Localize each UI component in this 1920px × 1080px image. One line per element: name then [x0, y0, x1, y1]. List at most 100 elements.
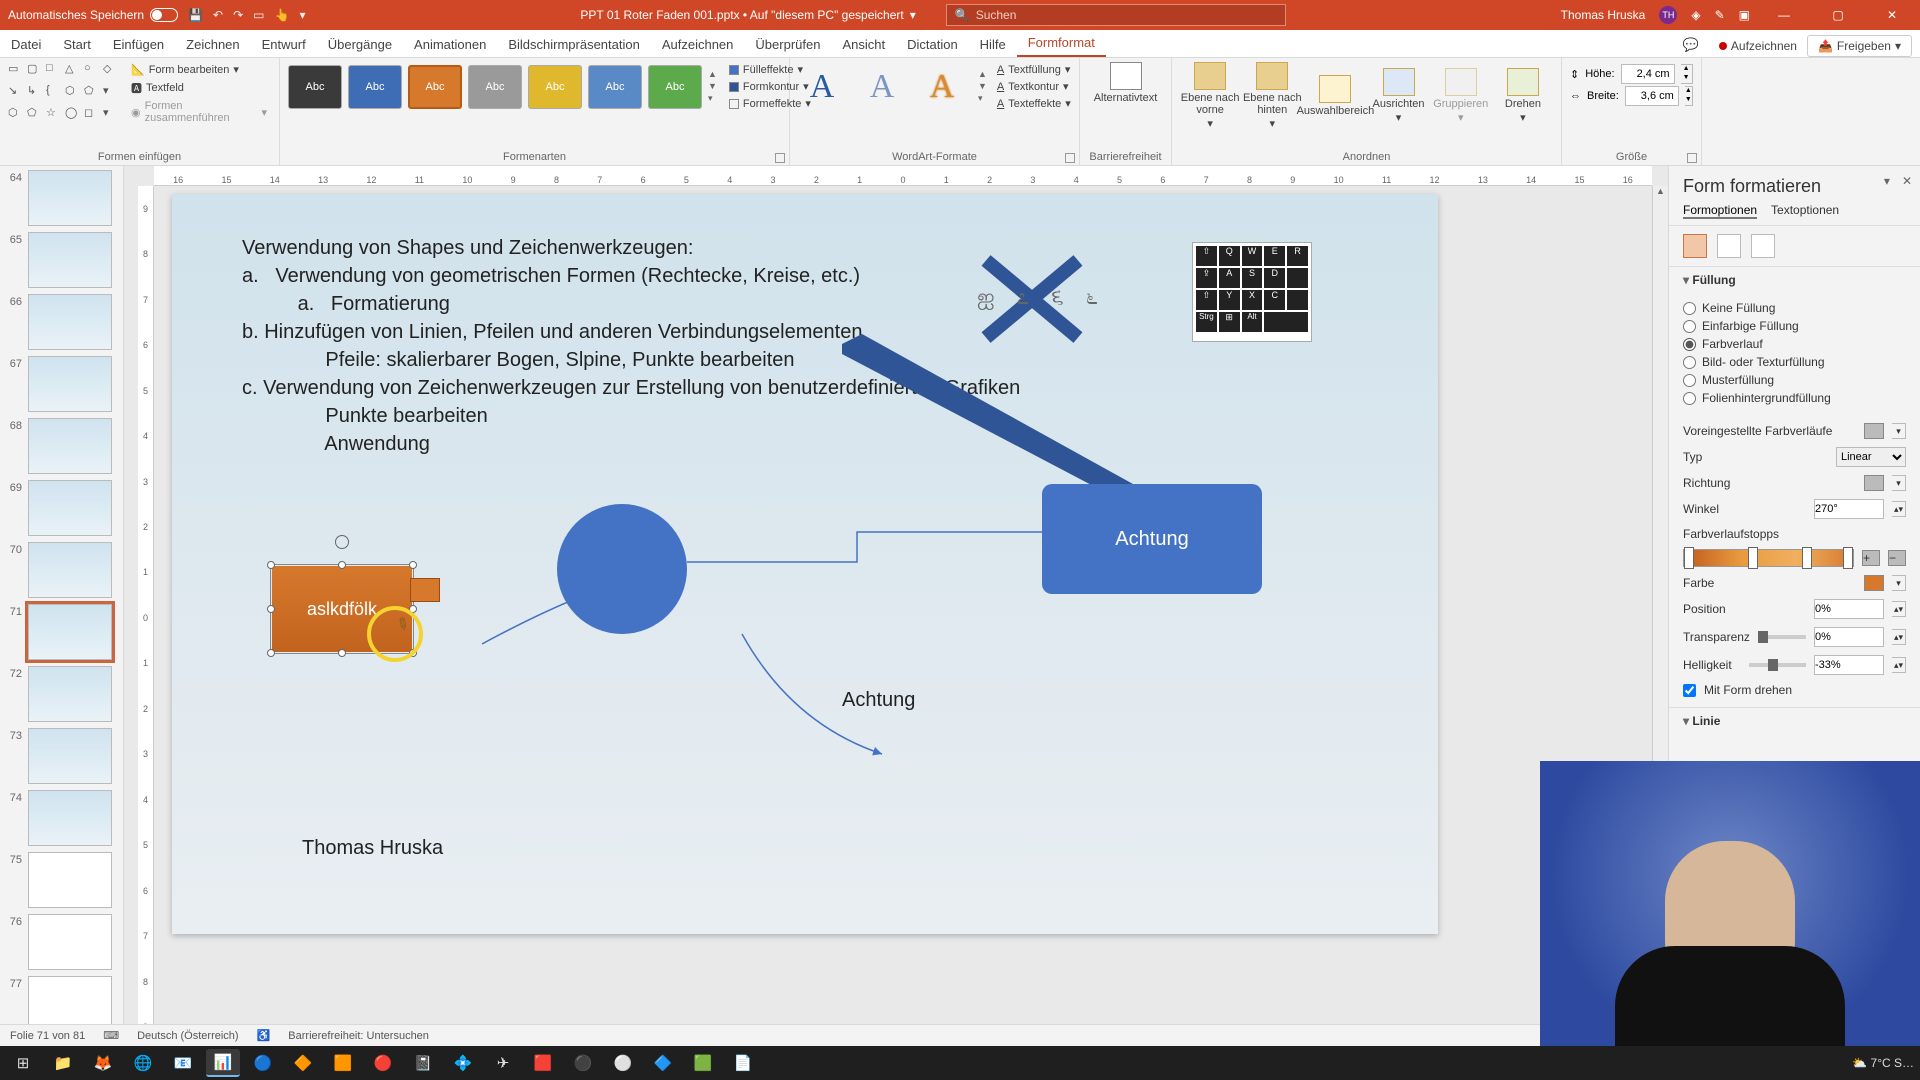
rotate-with-shape-checkbox[interactable]: [1683, 684, 1696, 697]
status-access[interactable]: Barrierefreiheit: Untersuchen: [288, 1030, 429, 1042]
pane-icon-effects[interactable]: [1717, 234, 1741, 258]
onenote-icon[interactable]: 📓: [406, 1049, 440, 1077]
position-input[interactable]: [1814, 599, 1884, 619]
tab-entwurf[interactable]: Entwurf: [251, 32, 317, 57]
status-lang[interactable]: Deutsch (Österreich): [137, 1030, 238, 1042]
slide-thumbnails[interactable]: 6465666768697071727374757677: [0, 166, 124, 1050]
app-icon-5[interactable]: ⚪: [606, 1049, 640, 1077]
slide-editor[interactable]: 1615141312111098765432101234567891011121…: [124, 166, 1668, 1050]
tab-dictation[interactable]: Dictation: [896, 32, 969, 57]
tab-formformat[interactable]: Formformat: [1017, 30, 1106, 57]
pane-icon-fill[interactable]: [1683, 234, 1707, 258]
app-icon-8[interactable]: 📄: [726, 1049, 760, 1077]
draw-icon[interactable]: ✎: [1715, 8, 1725, 22]
powerpoint-icon[interactable]: 📊: [206, 1049, 240, 1077]
thumb-75[interactable]: 75: [4, 852, 119, 908]
tab-start[interactable]: Start: [52, 32, 101, 57]
selection-pane-button[interactable]: Auswahlbereich: [1304, 62, 1366, 130]
save-icon[interactable]: 💾: [188, 8, 203, 22]
edit-shape-button[interactable]: 📐 Form bearbeiten ▾: [127, 62, 271, 77]
tab-aufzeichnen[interactable]: Aufzeichnen: [651, 32, 745, 57]
thumb-73[interactable]: 73: [4, 728, 119, 784]
thumb-65[interactable]: 65: [4, 232, 119, 288]
tab-einfuegen[interactable]: Einfügen: [102, 32, 175, 57]
qat-more-icon[interactable]: ▾: [299, 8, 305, 22]
telegram-icon[interactable]: ✈: [486, 1049, 520, 1077]
tab-ansicht[interactable]: Ansicht: [831, 32, 896, 57]
slideshow-icon[interactable]: ▭: [253, 8, 264, 22]
undo-icon[interactable]: ↶: [213, 8, 223, 22]
preset-gradient-picker[interactable]: [1864, 423, 1884, 439]
width-input[interactable]: [1625, 86, 1679, 106]
tab-zeichnen[interactable]: Zeichnen: [175, 32, 250, 57]
fill-option-4[interactable]: Musterfüllung: [1683, 371, 1906, 389]
shape-gallery[interactable]: ▭▢□△○◇ ↘↳{⬡⬠▾ ⬡⬠☆◯◻▾: [8, 62, 119, 125]
align-button[interactable]: Ausrichten▾: [1368, 62, 1428, 130]
window-close[interactable]: ✕: [1872, 8, 1912, 22]
autosave-toggle[interactable]: Automatisches Speichern: [8, 8, 178, 22]
label-achtung[interactable]: Achtung: [842, 686, 915, 714]
tab-bildschirm[interactable]: Bildschirmpräsentation: [497, 32, 651, 57]
app-icon-7[interactable]: 🟩: [686, 1049, 720, 1077]
brightness-input[interactable]: [1814, 655, 1884, 675]
rotate-handle[interactable]: [335, 535, 349, 549]
connector-elbow[interactable]: [687, 522, 1077, 582]
pane-icon-size[interactable]: [1751, 234, 1775, 258]
bring-forward-button[interactable]: Ebene nach vorne▾: [1180, 62, 1240, 130]
size-dialog-launcher[interactable]: [1687, 153, 1697, 163]
wordart-gallery[interactable]: AAA ▲▼▾: [798, 68, 987, 106]
tab-animationen[interactable]: Animationen: [403, 32, 497, 57]
weather-widget[interactable]: ⛅ 7°C S…: [1852, 1056, 1914, 1070]
status-slide[interactable]: Folie 71 von 81: [10, 1030, 85, 1042]
thumb-68[interactable]: 68: [4, 418, 119, 474]
shape-roundrect-achtung[interactable]: Achtung: [1042, 484, 1262, 594]
brightness-slider[interactable]: [1749, 663, 1807, 667]
record-button[interactable]: Aufzeichnen: [1709, 35, 1807, 57]
vscode-icon[interactable]: 💠: [446, 1049, 480, 1077]
search-box[interactable]: 🔍 Suchen: [946, 4, 1286, 26]
fill-option-3[interactable]: Bild- oder Texturfüllung: [1683, 353, 1906, 371]
transparency-slider[interactable]: [1758, 635, 1806, 639]
group-button[interactable]: Gruppieren▾: [1431, 62, 1491, 130]
document-title[interactable]: PPT 01 Roter Faden 001.pptx • Auf "diese…: [580, 8, 915, 22]
app-icon-4[interactable]: 🟥: [526, 1049, 560, 1077]
thumb-70[interactable]: 70: [4, 542, 119, 598]
user-name[interactable]: Thomas Hruska: [1561, 8, 1646, 22]
chrome-icon[interactable]: 🌐: [126, 1049, 160, 1077]
comments-icon[interactable]: 💬: [1673, 33, 1709, 57]
height-spinner[interactable]: ▲▼: [1681, 64, 1693, 84]
send-backward-button[interactable]: Ebene nach hinten▾: [1242, 62, 1302, 130]
section-fill[interactable]: Füllung: [1669, 266, 1920, 293]
add-stop-button[interactable]: +: [1862, 550, 1880, 566]
textbox-button[interactable]: 🅰 Textfeld: [127, 79, 271, 97]
pane-tab-text[interactable]: Textoptionen: [1771, 203, 1839, 219]
thumb-64[interactable]: 64: [4, 170, 119, 226]
text-fill-button[interactable]: A Textfüllung ▾: [993, 62, 1075, 77]
share-button[interactable]: 📤Freigeben▾: [1807, 35, 1912, 57]
angle-input[interactable]: [1814, 499, 1884, 519]
fill-option-1[interactable]: Einfarbige Füllung: [1683, 317, 1906, 335]
app-icon-6[interactable]: 🔷: [646, 1049, 680, 1077]
explorer-icon[interactable]: 📁: [46, 1049, 80, 1077]
rotate-button[interactable]: Drehen▾: [1493, 62, 1553, 130]
thumb-66[interactable]: 66: [4, 294, 119, 350]
thumb-69[interactable]: 69: [4, 480, 119, 536]
height-input[interactable]: [1621, 64, 1675, 84]
firefox-icon[interactable]: 🦊: [86, 1049, 120, 1077]
tab-hilfe[interactable]: Hilfe: [969, 32, 1017, 57]
merge-shapes-button[interactable]: ◉ Formen zusammenführen ▾: [127, 99, 271, 125]
shape-small-rect[interactable]: [410, 578, 440, 602]
section-line[interactable]: Linie: [1669, 707, 1920, 734]
remove-stop-button[interactable]: −: [1888, 550, 1906, 566]
tab-ueberpruefen[interactable]: Überprüfen: [744, 32, 831, 57]
present-icon[interactable]: ▣: [1739, 8, 1750, 22]
app-icon-2[interactable]: 🟧: [326, 1049, 360, 1077]
text-effects-button[interactable]: A Texteffekte ▾: [993, 96, 1075, 111]
window-minimize[interactable]: —: [1764, 8, 1804, 22]
gradient-type-select[interactable]: Linear: [1836, 447, 1906, 467]
thumb-76[interactable]: 76: [4, 914, 119, 970]
transparency-input[interactable]: [1814, 627, 1884, 647]
thumb-72[interactable]: 72: [4, 666, 119, 722]
copilot-icon[interactable]: ◈: [1691, 8, 1700, 22]
gradient-stops-track[interactable]: [1683, 549, 1854, 567]
